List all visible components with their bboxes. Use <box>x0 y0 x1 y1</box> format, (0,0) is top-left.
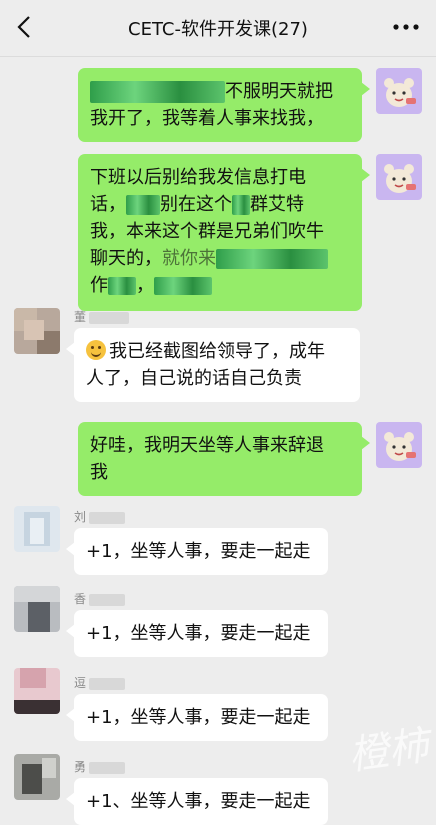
message-text: 群艾特 <box>250 194 304 215</box>
member-message-bubble[interactable]: +1，坐等人事，要走一起走 <box>66 528 328 575</box>
chat-header: CETC-软件开发课(27) <box>0 0 436 57</box>
redacted-text <box>126 195 160 215</box>
member-avatar[interactable] <box>14 754 60 800</box>
message-text: +1，坐等人事，要走一起走 <box>86 707 311 728</box>
message-text: 我 <box>90 462 108 483</box>
my-message-bubble[interactable]: 下班以后别给我发信息打电 话， 别在这个 群艾特 我，本来这个群是兄弟们吹牛 聊天的… <box>78 154 370 311</box>
message-text: ， <box>136 275 154 296</box>
chat-title: CETC-软件开发课(27) <box>128 19 308 40</box>
my-message-bubble[interactable]: 不服明天就把 我开了，我等着人事来找我， <box>78 68 370 142</box>
sender-name: 香 <box>74 590 126 607</box>
message-text: 作 <box>90 275 108 296</box>
sender-name: 逗 <box>74 674 126 691</box>
member-message-bubble[interactable]: 我已经截图给领导了，成年 人了，自己说的话自己负责 <box>66 328 360 402</box>
redacted-text <box>108 277 136 295</box>
sender-name: 刘 <box>74 508 126 525</box>
message-text: 好哇，我明天坐等人事来辞退 <box>90 435 324 456</box>
member-avatar[interactable] <box>14 668 60 714</box>
my-avatar[interactable] <box>376 68 422 114</box>
message-text: 我，本来这个群是兄弟们吹牛 <box>90 221 324 242</box>
message-text: +1，坐等人事，要走一起走 <box>86 623 311 644</box>
member-avatar[interactable] <box>14 308 60 354</box>
message-text: 就你来 <box>162 248 216 269</box>
member-message-bubble[interactable]: +1、坐等人事，要走一起走 <box>66 778 328 825</box>
member-message-bubble[interactable]: +1，坐等人事，要走一起走 <box>66 610 328 657</box>
smile-emoji <box>86 340 106 360</box>
message-text: 话， <box>90 194 126 215</box>
watermark-logo: 橙柿 <box>345 722 432 780</box>
my-message-bubble[interactable]: 好哇，我明天坐等人事来辞退 我 <box>78 422 370 496</box>
message-text: +1，坐等人事，要走一起走 <box>86 541 311 562</box>
message-text: 下班以后别给我发信息打电 <box>90 167 306 188</box>
member-avatar[interactable] <box>14 586 60 632</box>
redacted-text <box>90 81 225 103</box>
sender-name: 董 <box>74 308 130 325</box>
redacted-text <box>232 195 250 215</box>
message-text: 人了，自己说的话自己负责 <box>86 368 302 389</box>
my-avatar[interactable] <box>376 154 422 200</box>
my-avatar[interactable] <box>376 422 422 468</box>
member-avatar[interactable] <box>14 506 60 552</box>
message-text: 聊天的， <box>90 248 162 269</box>
message-list[interactable]: 不服明天就把 我开了，我等着人事来找我， 下班以后别给我发信息打电 话， 别在这个… <box>0 56 436 825</box>
member-message-bubble[interactable]: +1，坐等人事，要走一起走 <box>66 694 328 741</box>
redacted-text <box>154 277 212 295</box>
message-text: +1、坐等人事，要走一起走 <box>86 791 311 812</box>
redacted-text <box>216 249 328 269</box>
message-text: 别在这个 <box>160 194 232 215</box>
message-text: 我开了，我等着人事来找我， <box>90 108 324 129</box>
sender-name: 勇 <box>74 758 126 775</box>
message-text: 不服明天就把 <box>225 81 333 102</box>
chevron-left-icon[interactable] <box>10 12 40 42</box>
message-text: 我已经截图给领导了，成年 <box>109 341 325 362</box>
more-horizontal-icon[interactable] <box>390 12 422 42</box>
